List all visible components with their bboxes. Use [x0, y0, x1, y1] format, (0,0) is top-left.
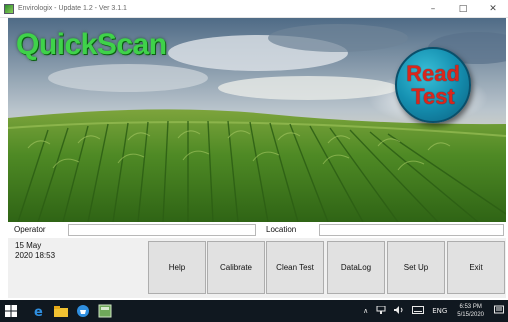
help-button[interactable]: Help	[148, 241, 206, 294]
app-window: Envirologix - Update 1.2 - Ver 3.1.1 – □…	[0, 0, 508, 322]
exit-button[interactable]: Exit	[447, 241, 505, 294]
calibrate-button[interactable]: Calibrate	[207, 241, 265, 294]
location-label: Location	[266, 225, 297, 234]
window-title: Envirologix - Update 1.2 - Ver 3.1.1	[18, 5, 127, 12]
taskbar-clock[interactable]: 6:53 PM 5/15/2020	[457, 303, 484, 319]
hero-banner: QuickScan Read Test	[8, 18, 506, 222]
maximize-button[interactable]: □	[448, 0, 478, 18]
operator-location-row: Operator Location	[8, 222, 506, 238]
operator-label: Operator	[14, 225, 46, 234]
setup-button[interactable]: Set Up	[387, 241, 445, 294]
read-test-button[interactable]: Read Test	[395, 47, 471, 123]
window-controls: – □ ✕	[418, 0, 508, 18]
location-field[interactable]	[319, 224, 504, 236]
read-test-label-line2: Test	[411, 84, 455, 109]
datalog-button[interactable]: DataLog	[327, 241, 385, 294]
taskbar: e ∧ ENG 6:53 PM 5/15/2020	[0, 300, 508, 322]
file-explorer-icon[interactable]	[50, 300, 72, 322]
date-display: 15 May 2020 18:53	[15, 241, 55, 261]
minimize-button[interactable]: –	[418, 0, 448, 18]
svg-text:e: e	[34, 305, 43, 318]
close-button[interactable]: ✕	[478, 0, 508, 18]
clean-test-button[interactable]: Clean Test	[266, 241, 324, 294]
tray-chevron-icon[interactable]: ∧	[363, 307, 368, 315]
title-bar: Envirologix - Update 1.2 - Ver 3.1.1 – □…	[0, 0, 508, 18]
quickscan-logo: QuickScan	[16, 28, 167, 61]
edge-browser-icon[interactable]: e	[28, 300, 50, 322]
app-icon	[4, 3, 14, 14]
notifications-icon[interactable]	[494, 305, 504, 317]
keyboard-icon[interactable]	[412, 306, 425, 316]
clock-date: 5/15/2020	[457, 312, 484, 318]
volume-icon[interactable]	[394, 306, 404, 316]
language-indicator[interactable]: ENG	[432, 307, 447, 315]
datetime-line: 2020 18:53	[15, 251, 56, 260]
windows-start-icon[interactable]	[0, 300, 22, 322]
store-icon[interactable]	[72, 300, 94, 322]
operator-field[interactable]	[68, 224, 256, 236]
quickscan-taskbar-icon[interactable]	[94, 300, 116, 322]
system-tray: ∧ ENG 6:53 PM 5/15/2020	[359, 300, 508, 322]
network-icon[interactable]	[376, 305, 386, 316]
read-test-label-line1: Read	[406, 61, 460, 86]
date-line: 15 May	[15, 241, 42, 250]
clock-time: 6:53 PM	[459, 304, 482, 310]
action-panel: 15 May 2020 18:53 Help Calibrate Clean T…	[8, 238, 506, 298]
